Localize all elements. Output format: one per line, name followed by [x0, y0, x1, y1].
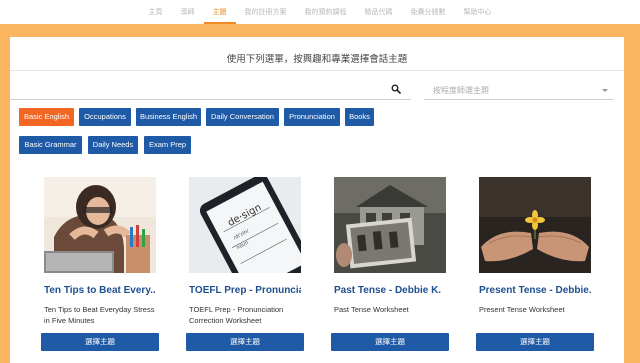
page-heading: 使用下列選單，按興趣和專業選擇會話主題: [226, 54, 408, 65]
topic-card: Present Tense - Debbie... Present Tense …: [479, 177, 591, 315]
chevron-down-icon: [602, 89, 608, 92]
heading-divider: [10, 70, 624, 71]
teacher-select-dropdown[interactable]: 按程度師選主題: [424, 81, 614, 100]
old-photo-house[interactable]: [334, 177, 446, 273]
topic-title[interactable]: Past Tense - Debbie K.: [334, 285, 446, 296]
teacher-select-placeholder: 按程度師選主題: [433, 86, 489, 95]
topic-description: Past Tense Worksheet: [334, 305, 409, 314]
select-topic-button[interactable]: 選擇主題: [186, 333, 304, 351]
tag-daily-conversation[interactable]: Daily Conversation: [206, 108, 279, 126]
select-topic-button[interactable]: 選擇主題: [331, 333, 449, 351]
topic-card: Ten Tips to Beat Every... Ten Tips to Be…: [44, 177, 156, 326]
stressed-woman-photo[interactable]: [44, 177, 156, 273]
search-icon[interactable]: [391, 84, 401, 94]
select-topic-button[interactable]: 選擇主題: [41, 333, 159, 351]
search-input[interactable]: [9, 99, 411, 100]
phone-design-photo[interactable]: de·sign /di'zīn/ noun: [189, 177, 301, 273]
nav-help-center[interactable]: 幫助中心: [455, 0, 501, 24]
select-topic-button[interactable]: 選擇主題: [476, 333, 594, 351]
topic-title[interactable]: TOEFL Prep - Pronuncia...: [189, 285, 301, 296]
tag-daily-needs[interactable]: Daily Needs: [88, 136, 138, 154]
tag-exam-prep[interactable]: Exam Prep: [144, 136, 191, 154]
topic-title[interactable]: Ten Tips to Beat Every...: [44, 285, 156, 296]
hands-flower-photo[interactable]: [479, 177, 591, 273]
topic-description: TOEFL Prep - Pronunciation Correction Wo…: [189, 305, 284, 325]
tag-books[interactable]: Books: [345, 108, 374, 126]
topic-description: Ten Tips to Beat Everyday Stress in Five…: [44, 305, 155, 325]
nav-my-bookings[interactable]: 我的預約課程: [296, 0, 356, 24]
nav-my-plans[interactable]: 我的註冊方案: [236, 0, 296, 24]
nav-gift-codes[interactable]: 贈品代碼: [356, 0, 402, 24]
nav-home[interactable]: 主頁: [140, 0, 172, 24]
topic-description: Present Tense Worksheet: [479, 305, 565, 314]
topic-title[interactable]: Present Tense - Debbie...: [479, 285, 591, 296]
nav-tutors[interactable]: 導師: [172, 0, 204, 24]
nav-free-credits[interactable]: 免費分錢數: [402, 0, 455, 24]
tag-basic-grammar[interactable]: Basic Grammar: [19, 136, 82, 154]
tag-pronunciation[interactable]: Pronunciation: [284, 108, 340, 126]
topic-card: Past Tense - Debbie K. Past Tense Worksh…: [334, 177, 446, 315]
tag-occupations[interactable]: Occupations: [79, 108, 131, 126]
top-navigation: 主頁 導師 主題 我的註冊方案 我的預約課程 贈品代碼 免費分錢數 幫助中心: [0, 0, 640, 24]
topic-card: de·sign /di'zīn/ noun TOEFL Prep - Pronu…: [189, 177, 301, 326]
tag-basic-english[interactable]: Basic English: [19, 108, 74, 126]
nav-topics[interactable]: 主題: [203, 0, 236, 24]
tag-business-english[interactable]: Business English: [136, 108, 201, 126]
